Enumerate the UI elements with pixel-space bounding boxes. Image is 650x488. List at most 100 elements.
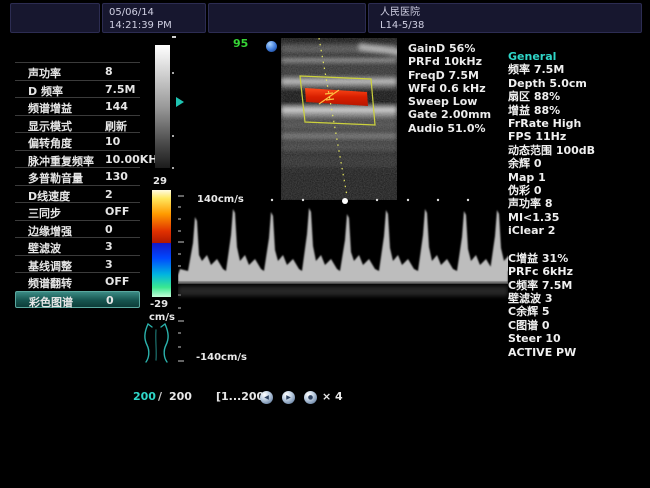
- status-line: 扇区 88%: [508, 90, 595, 103]
- status-line: 频率 7.5M: [508, 63, 595, 76]
- parameter-menu-item[interactable]: 壁滤波 3: [15, 237, 140, 255]
- parameter-menu: 声功率 8 D 频率 7.5M 频谱增益 144 显示模式 刷新 偏转角度 10: [15, 62, 140, 308]
- body-marker-left-contour: [145, 324, 149, 362]
- parameter-value: 10: [105, 135, 120, 148]
- status-panel-gap: [508, 238, 595, 252]
- parameter-menu-item[interactable]: 多普勒音量 130: [15, 167, 140, 185]
- parameter-menu-item[interactable]: 基线调整 3: [15, 255, 140, 273]
- doppler-parameter-line: GainD 56%: [408, 42, 491, 55]
- spectral-waveform-path: [178, 208, 508, 282]
- parameter-value: 130: [105, 170, 128, 183]
- status-line: C余辉 5: [508, 305, 595, 318]
- topbar-patient-panel: [208, 3, 366, 33]
- parameter-menu-item[interactable]: D线速度 2: [15, 185, 140, 203]
- status-line: 增益 88%: [508, 104, 595, 117]
- parameter-menu-item[interactable]: 频谱翻转 OFF: [15, 272, 140, 290]
- cine-controls: ◀ ▶ ●: [260, 391, 317, 404]
- color-status-list: C增益 31%PRFc 6kHzC频率 7.5M壁滤波 3C余辉 5C图谱 0S…: [508, 252, 595, 359]
- speckle-noise: [281, 38, 397, 200]
- cine-total-frames: 200: [169, 390, 192, 403]
- doppler-parameter-line: FreqD 7.5M: [408, 69, 491, 82]
- probe-orientation-icon: [266, 41, 277, 52]
- parameter-menu-item[interactable]: 偏转角度 10: [15, 132, 140, 150]
- parameter-value: 3: [105, 240, 113, 253]
- status-panel-title: General: [508, 50, 595, 63]
- depth-scale-dot: [172, 167, 174, 169]
- status-line: iClear 2: [508, 224, 595, 237]
- body-marker-shoulder-left: [148, 324, 152, 327]
- parameter-value: 3: [105, 258, 113, 271]
- parameter-value: OFF: [105, 275, 129, 288]
- parameter-menu-item[interactable]: 声功率 8: [15, 62, 140, 80]
- probe-model: L14-5/38: [375, 19, 641, 32]
- status-line: FrRate High: [508, 117, 595, 130]
- topbar-datetime-panel: 05/06/14 14:21:39 PM: [102, 3, 206, 33]
- parameter-menu-item[interactable]: 频谱增益 144: [15, 97, 140, 115]
- ultrasound-screen: 05/06/14 14:21:39 PM 人民医院 L14-5/38 声功率 8…: [0, 0, 650, 488]
- cine-button-play[interactable]: ▶: [282, 391, 295, 404]
- parameter-menu-item[interactable]: 脉冲重复频率 10.00KHz: [15, 150, 140, 168]
- colorbar-min-label: -29: [150, 299, 168, 310]
- cine-button-icon: ▶: [286, 395, 291, 401]
- parameter-menu-item[interactable]: 边缘增强 0: [15, 220, 140, 238]
- depth-scale-origin-tick: [172, 36, 176, 38]
- parameter-value: 8: [105, 65, 113, 78]
- color-map-bar-negative: [152, 243, 171, 297]
- parameter-label: 彩色图谱: [29, 294, 73, 310]
- status-line: MI<1.35: [508, 211, 595, 224]
- parameter-value: 0: [106, 294, 114, 307]
- doppler-parameter-line: Audio 51.0%: [408, 122, 491, 135]
- doppler-parameter-line: Sweep Low: [408, 95, 491, 108]
- status-line: C增益 31%: [508, 252, 595, 265]
- body-marker-midline: [156, 330, 157, 360]
- frame-counter: 95: [233, 37, 248, 50]
- doppler-parameters: GainD 56% PRFd 10kHz FreqD 7.5M WFd 0.6 …: [408, 42, 491, 135]
- cine-button-icon: ●: [308, 395, 313, 401]
- parameter-menu-item[interactable]: 三同步 OFF: [15, 202, 140, 220]
- topbar-logo-panel: [10, 3, 100, 33]
- cine-button-icon: ◀: [264, 395, 269, 401]
- velocity-scale-max: 140cm/s: [197, 194, 244, 205]
- status-line: C图谱 0: [508, 319, 595, 332]
- status-line: FPS 11Hz: [508, 130, 595, 143]
- topbar-hospital-panel: 人民医院 L14-5/38: [368, 3, 642, 33]
- b-mode-status-list: 频率 7.5MDepth 5.0cm扇区 88%增益 88%FrRate Hig…: [508, 63, 595, 237]
- parameter-value: 2: [105, 188, 113, 201]
- colorbar-max-label: 29: [153, 176, 167, 187]
- below-baseline-noise: [178, 286, 508, 296]
- cine-button-prev[interactable]: ◀: [260, 391, 273, 404]
- parameter-menu-item[interactable]: 彩色图谱 0: [15, 291, 140, 308]
- grayscale-map-bar: [155, 45, 170, 168]
- doppler-parameter-line: PRFd 10kHz: [408, 55, 491, 68]
- status-line: PRFc 6kHz: [508, 265, 595, 278]
- body-marker-icon: [138, 321, 172, 365]
- status-line: Steer 10: [508, 332, 595, 345]
- parameter-menu-item[interactable]: D 频率 7.5M: [15, 80, 140, 98]
- body-marker-shoulder-right: [161, 324, 165, 327]
- parameter-value: 144: [105, 100, 128, 113]
- time-text: 14:21:39 PM: [109, 19, 205, 32]
- time-marker-dots: [271, 198, 469, 204]
- status-line: 余辉 0: [508, 157, 595, 170]
- color-map-bar-positive: [152, 190, 171, 243]
- parameter-value: 7.5M: [105, 83, 135, 96]
- depth-scale-dot: [172, 135, 174, 137]
- status-line: 壁滤波 3: [508, 292, 595, 305]
- parameter-menu-item[interactable]: 显示模式 刷新: [15, 115, 140, 133]
- parameter-label: 频谱翻转: [28, 275, 72, 291]
- hospital-name: 人民医院: [375, 6, 641, 19]
- date-text: 05/06/14: [109, 6, 205, 19]
- status-panel: General 频率 7.5MDepth 5.0cm扇区 88%增益 88%Fr…: [508, 50, 595, 359]
- status-line: Map 1: [508, 171, 595, 184]
- focus-marker-icon[interactable]: [176, 97, 184, 107]
- status-line: Depth 5.0cm: [508, 77, 595, 90]
- parameter-value: 0: [105, 223, 113, 236]
- cine-current-frame: 200: [133, 390, 156, 403]
- body-marker-right-contour: [164, 324, 168, 362]
- doppler-parameter-line: Gate 2.00mm: [408, 108, 491, 121]
- b-mode-image: [281, 38, 397, 200]
- cine-separator: /: [158, 390, 162, 403]
- status-line: ACTIVE PW: [508, 346, 595, 359]
- cine-button-stop[interactable]: ●: [304, 391, 317, 404]
- parameter-value: OFF: [105, 205, 129, 218]
